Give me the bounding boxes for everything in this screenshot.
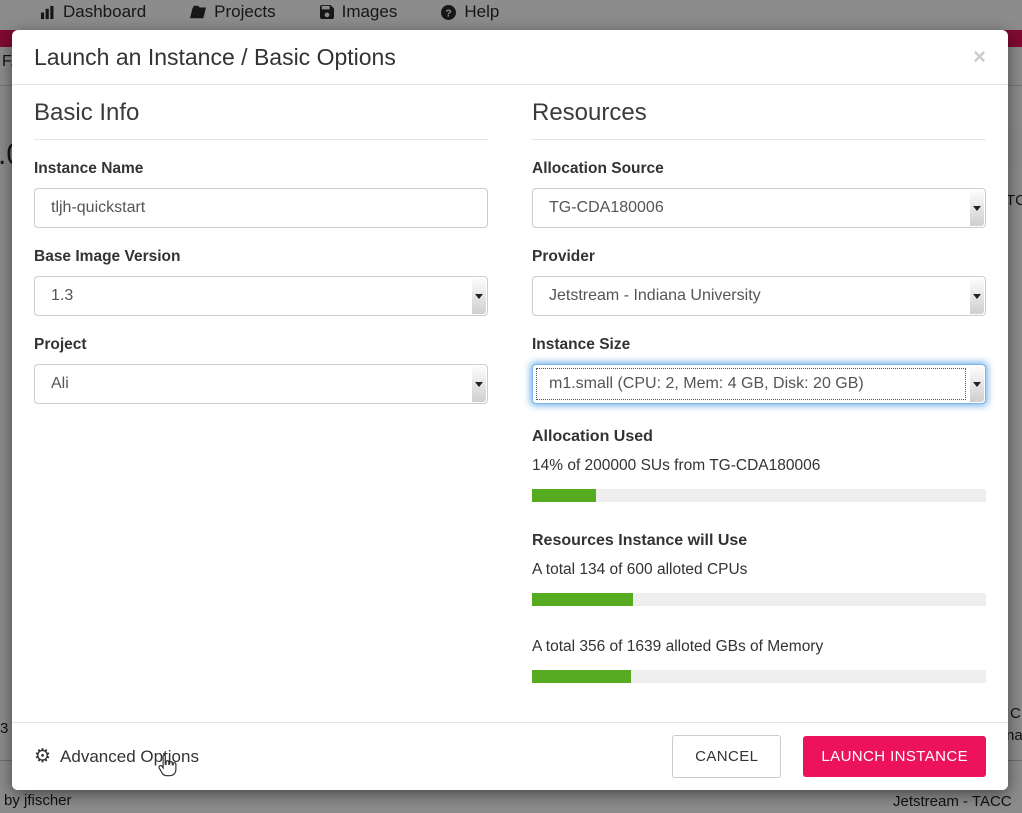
base-image-version-label: Base Image Version xyxy=(34,248,488,266)
chevron-down-icon xyxy=(970,190,984,226)
chevron-down-icon xyxy=(472,278,486,314)
basic-info-column: Basic Info Instance Name Base Image Vers… xyxy=(34,85,488,683)
cpu-usage-text: A total 134 of 600 alloted CPUs xyxy=(532,561,986,579)
project-label: Project xyxy=(34,336,488,354)
provider-label: Provider xyxy=(532,248,986,266)
launch-instance-button[interactable]: LAUNCH INSTANCE xyxy=(803,736,986,777)
hand-pointer-cursor xyxy=(153,752,180,780)
chevron-down-icon xyxy=(970,278,984,314)
allocation-source-label: Allocation Source xyxy=(532,160,986,178)
instance-name-label: Instance Name xyxy=(34,160,488,178)
project-select[interactable]: Ali xyxy=(34,364,488,404)
progress-fill xyxy=(532,593,633,606)
instance-name-input[interactable] xyxy=(34,188,488,228)
gear-icon: ⚙ xyxy=(34,747,51,766)
selected-value: TG-CDA180006 xyxy=(549,199,664,217)
modal-title: Launch an Instance / Basic Options xyxy=(34,44,396,71)
provider-select[interactable]: Jetstream - Indiana University xyxy=(532,276,986,316)
instance-size-label: Instance Size xyxy=(532,336,986,354)
instance-size-select[interactable]: m1.small (CPU: 2, Mem: 4 GB, Disk: 20 GB… xyxy=(532,364,986,404)
progress-fill xyxy=(532,489,596,502)
resources-column: Resources Allocation Source TG-CDA180006… xyxy=(532,85,986,683)
resources-heading: Resources xyxy=(532,99,986,140)
chevron-down-icon xyxy=(970,366,984,402)
cancel-button[interactable]: CANCEL xyxy=(672,735,781,778)
allocation-source-select[interactable]: TG-CDA180006 xyxy=(532,188,986,228)
allocation-used-heading: Allocation Used xyxy=(532,428,986,446)
chevron-down-icon xyxy=(472,366,486,402)
basic-info-heading: Basic Info xyxy=(34,99,488,140)
selected-value: m1.small (CPU: 2, Mem: 4 GB, Disk: 20 GB… xyxy=(549,375,864,393)
selected-value: Jetstream - Indiana University xyxy=(549,287,761,305)
selected-value: 1.3 xyxy=(51,287,73,305)
launch-instance-modal: Launch an Instance / Basic Options × Bas… xyxy=(12,30,1008,790)
base-image-version-select[interactable]: 1.3 xyxy=(34,276,488,316)
allocation-used-progressbar xyxy=(532,489,986,502)
progress-fill xyxy=(532,670,631,683)
cpu-usage-progressbar xyxy=(532,593,986,606)
resources-will-use-heading: Resources Instance will Use xyxy=(532,532,986,550)
allocation-used-text: 14% of 200000 SUs from TG-CDA180006 xyxy=(532,457,986,475)
selected-value: Ali xyxy=(51,375,69,393)
modal-body: Basic Info Instance Name Base Image Vers… xyxy=(12,85,1008,683)
modal-header: Launch an Instance / Basic Options × xyxy=(12,30,1008,85)
close-icon[interactable]: × xyxy=(973,46,986,68)
memory-usage-progressbar xyxy=(532,670,986,683)
memory-usage-text: A total 356 of 1639 alloted GBs of Memor… xyxy=(532,638,986,656)
